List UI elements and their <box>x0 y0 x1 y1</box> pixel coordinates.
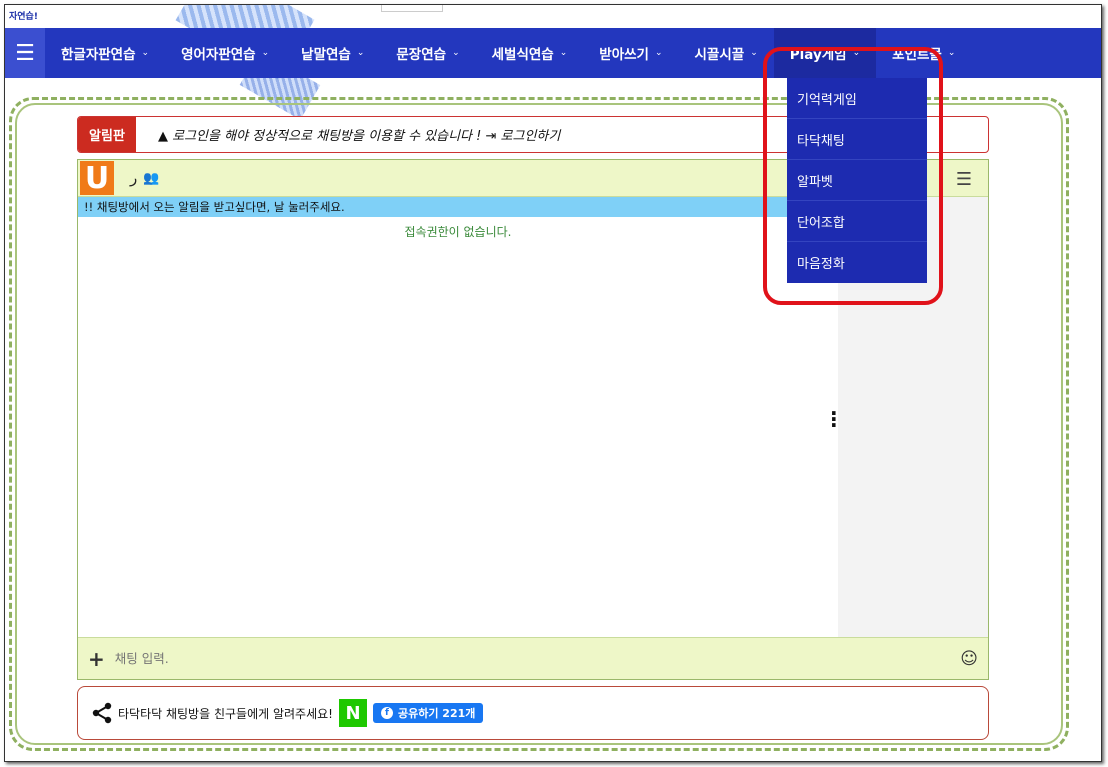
notice-message: ▲ 로그인을 해야 정상적으로 채팅방을 이용할 수 있습니다 ! ⇥ 로그인하… <box>158 125 560 144</box>
plus-icon[interactable]: + <box>88 647 105 671</box>
chevron-down-icon: ⌄ <box>559 48 568 58</box>
chevron-down-icon: ⌄ <box>654 48 663 58</box>
notice-text: 로그인을 해야 정상적으로 채팅방을 이용할 수 있습니다 ! <box>172 129 482 144</box>
nav-item-word-practice[interactable]: 낱말연습 ⌄ <box>285 28 380 78</box>
notification-alert-bar[interactable]: !! 채팅방에서 오는 알림을 받고싶다면, 날 눌러주세요. <box>78 197 838 217</box>
main-navbar: ☰ 한글자판연습 ⌄ 영어자판연습 ⌄ 낱말연습 ⌄ 문장연습 ⌄ 세벌식연습 ⌄ 받아쓰… <box>5 28 1101 78</box>
nav-label: 시끌시끌 <box>694 47 745 63</box>
warning-icon: ▲ <box>158 129 168 144</box>
share-icon[interactable] <box>90 701 114 725</box>
chat-input[interactable] <box>114 643 961 674</box>
nav-label: 세벌식연습 <box>491 47 554 63</box>
play-game-dropdown: 기억력게임 타닥채팅 알파벳 단어조합 마음정화 <box>787 78 927 283</box>
nav-item-play-game[interactable]: Play게임 ⌄ <box>773 28 877 78</box>
chevron-down-icon: ⌄ <box>452 48 460 58</box>
nav-label: 받아쓰기 <box>599 47 649 63</box>
login-link[interactable]: 로그인하기 <box>501 129 561 144</box>
share-message: 타닥타닥 채팅방을 친구들에게 알려주세요! <box>118 706 333 721</box>
dropdown-item-alphabet[interactable]: 알파벳 <box>787 160 927 201</box>
nav-item-sebeolsik[interactable]: 세벌식연습 ⌄ <box>476 28 584 78</box>
chevron-down-icon: ⌄ <box>947 48 956 58</box>
nav-label: 영어자판연습 <box>181 47 256 63</box>
nav-label: 포인트몰 <box>892 47 942 63</box>
login-icon: ⇥ <box>485 129 497 144</box>
chat-input-bar: + ☺ <box>78 637 988 679</box>
facebook-share-label: 공유하기 221개 <box>397 707 476 720</box>
dropdown-item-word-combine[interactable]: 단어조합 <box>787 201 927 242</box>
resize-handle-icon[interactable]: · · · <box>830 403 838 435</box>
nav-item-sentence-practice[interactable]: 문장연습 ⌄ <box>380 28 475 78</box>
nav-label: 한글자판연습 <box>61 47 136 63</box>
hamburger-icon[interactable]: ☰ <box>5 28 45 78</box>
nav-label: 낱말연습 <box>301 47 351 63</box>
dropdown-item-tadak-chat[interactable]: 타닥채팅 <box>787 119 927 160</box>
page-frame: 자연습! ☰ 한글자판연습 ⌄ 영어자판연습 ⌄ 낱말연습 ⌄ 문장연습 ⌄ 세벌식연습… <box>4 4 1102 762</box>
top-box <box>381 5 443 12</box>
notice-tag: 알림판 <box>78 117 136 152</box>
chat-messages: 접속권한이 없습니다. <box>78 217 838 637</box>
chevron-down-icon: ⌄ <box>261 48 270 58</box>
nav-item-dictation[interactable]: 받아쓰기 ⌄ <box>583 28 678 78</box>
facebook-icon: f <box>380 707 393 719</box>
dropdown-item-memory-game[interactable]: 기억력게임 <box>787 78 927 119</box>
chevron-down-icon: ⌄ <box>852 48 861 58</box>
share-bar: 타닥타닥 채팅방을 친구들에게 알려주세요! N f 공유하기 221개 <box>77 686 989 740</box>
no-access-message: 접속권한이 없습니다. <box>404 225 512 239</box>
nav-item-point-mall[interactable]: 포인트몰 ⌄ <box>876 28 971 78</box>
dropdown-item-mind-cleanse[interactable]: 마음정화 <box>787 242 927 283</box>
top-strip: 자연습! <box>5 5 1101 81</box>
nav-item-english-keyboard[interactable]: 영어자판연습 ⌄ <box>165 28 285 78</box>
chevron-down-icon: ⌄ <box>141 48 150 58</box>
facebook-share-button[interactable]: f 공유하기 221개 <box>372 703 484 723</box>
chat-menu-icon[interactable]: ☰ <box>956 169 972 190</box>
chat-title-mark: ر <box>130 169 138 187</box>
chat-logo: U <box>80 161 114 196</box>
brand-logo-text: 자연습! <box>9 12 38 22</box>
nav-item-korean-keyboard[interactable]: 한글자판연습 ⌄ <box>45 28 165 78</box>
nav-label: 문장연습 <box>396 47 447 63</box>
nav-label: Play게임 <box>789 47 847 63</box>
chevron-down-icon: ⌄ <box>356 48 365 58</box>
users-icon[interactable]: 👥 <box>143 171 159 186</box>
chevron-down-icon: ⌄ <box>750 48 758 58</box>
nav-item-community[interactable]: 시끌시끌 ⌄ <box>679 28 774 78</box>
emoji-icon[interactable]: ☺ <box>960 649 978 669</box>
naver-share-button[interactable]: N <box>338 699 367 727</box>
